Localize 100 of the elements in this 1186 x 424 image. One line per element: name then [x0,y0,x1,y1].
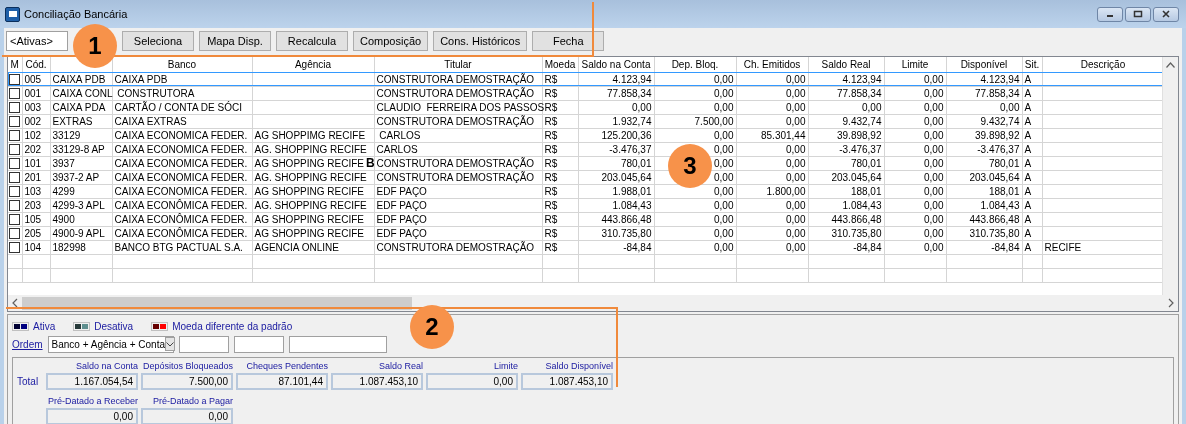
checkbox[interactable] [9,185,21,197]
table-cell: 0,00 [654,72,736,86]
column-header[interactable]: Agência [252,57,374,72]
table-cell: CONSTRUTORA DEMOSTRAÇÃO [374,114,542,128]
table-row[interactable]: 102 33129 CAIXA ECONOMICA FEDER. AG SHOPPIMG RECIFE CARLOS R$ 125.200,36 0,00 85.301,44 39.898,92 0,00 39.898,92 A [8,128,1162,142]
table-cell: 0,00 [736,240,808,254]
filter-field[interactable]: <Ativas> [6,31,68,51]
checkbox[interactable] [9,213,21,225]
table-cell: R$ [542,142,578,156]
close-icon [1161,10,1171,18]
table-cell: CONSTRUTORA DEMOSTRAÇÃO [374,72,542,86]
table-cell: 1.084,43 [578,198,654,212]
column-header[interactable]: Ch. Emitidos [736,57,808,72]
checkbox[interactable] [9,241,21,253]
column-header[interactable]: Saldo na Conta [578,57,654,72]
table-cell: 0,00 [808,100,884,114]
checkbox[interactable] [9,171,21,183]
table-cell: 3937 [50,156,112,170]
toolbar-button[interactable]: Cons. Históricos [433,31,528,51]
toolbar-button[interactable]: Recalcula [276,31,348,51]
column-header[interactable]: M [8,57,22,72]
checkbox[interactable] [9,143,21,155]
table-cell: CONSTRUTORA DEMOSTRAÇÃO [374,156,542,170]
table-cell: CAIXA ECONOMICA FEDER. [112,128,252,142]
horizontal-scrollbar[interactable] [8,295,1178,311]
table-cell: A [1022,170,1042,184]
column-header[interactable]: Cód. [22,57,50,72]
table-cell: 310.735,80 [946,226,1022,240]
table-cell: 7.500,00 [654,114,736,128]
table-cell: R$ [542,156,578,170]
table-cell: 104 [22,240,50,254]
table-cell: 125.200,36 [578,128,654,142]
column-header[interactable]: Moeda [542,57,578,72]
input-field[interactable] [288,335,387,353]
table-cell: 203.045,64 [946,170,1022,184]
table-cell: 002 [22,114,50,128]
table-cell: AG. SHOPPING RECIFE [252,198,374,212]
table-cell: 0,00 [884,72,946,86]
table-cell: A [1022,240,1042,254]
table-cell: R$ [542,86,578,100]
table-cell: CLAUDIO FERREIRA DOS PASSOS [374,100,542,114]
table-row[interactable]: 104 182998 BANCO BTG PACTUAL S.A. AGENCIA ONLINE CONSTRUTORA DEMOSTRAÇÃO R$ -84,84 0,00 0,00 -84,84 0,00 -84,84 A RECIFE [8,240,1162,254]
checkbox[interactable] [9,73,21,85]
table-cell: AG SHOPPIMG RECIFE [252,128,374,142]
table-cell: 0,00 [578,100,654,114]
close-button[interactable] [1153,6,1179,22]
checkbox[interactable] [9,129,21,141]
table-cell: 0,00 [654,240,736,254]
input-field[interactable] [233,335,284,353]
scroll-up-icon[interactable] [1166,62,1175,68]
column-header[interactable]: Disponível [946,57,1022,72]
checkbox[interactable] [9,157,21,169]
window-icon [5,6,20,22]
column-header[interactable]: Dep. Bloq. [654,57,736,72]
checkbox[interactable] [9,227,21,239]
column-header[interactable]: Saldo Real [808,57,884,72]
checkbox[interactable] [9,101,21,113]
table-row[interactable]: 002 EXTRAS CAIXA EXTRAS CONSTRUTORA DEMOSTRAÇÃO R$ 1.932,74 7.500,00 0,00 9.432,74 0,00 9.432,74 A [8,114,1162,128]
table-cell: R$ [542,198,578,212]
total-field: 1.167.054,54 [46,373,138,390]
table-cell: 33129-8 AP [50,142,112,156]
input-field[interactable] [178,335,229,353]
table-cell: 0,00 [736,142,808,156]
toolbar-button[interactable]: Mapa Disp. [199,31,271,51]
vertical-scrollbar[interactable] [1162,57,1178,295]
table-row[interactable]: 203 4299-3 APL CAIXA ECONÔMICA FEDER. AG. SHOPPING RECIFE EDF PAÇO R$ 1.084,43 0,00 0,00 1.084,43 0,00 1.084,43 A [8,198,1162,212]
table-cell: CAIXA ECONÔMICA FEDER. [112,198,252,212]
table-row[interactable]: 005 CAIXA PDB CAIXA PDB CONSTRUTORA DEMOSTRAÇÃO R$ 4.123,94 0,00 0,00 4.123,94 0,00 4.123,94 A [8,72,1162,86]
column-header[interactable]: Limite [884,57,946,72]
table-cell: CARLOS [374,142,542,156]
table-cell: EDF PAÇO [374,198,542,212]
order-dropdown[interactable]: Banco + Agência + Conta [47,335,174,353]
table-row[interactable]: 003 CAIXA PDA CARTÃO / CONTA DE SÓCI CLAUDIO FERREIRA DOS PASSOSR$ 0,00 0,00 0,00 0,00 0,00 0,00 A [8,100,1162,114]
table-cell: CONSTRUTORA [112,86,252,100]
checkbox[interactable] [9,199,21,211]
column-header[interactable]: Titular [374,57,542,72]
checkbox[interactable] [9,87,21,99]
table-cell: 201 [22,170,50,184]
table-row[interactable]: 103 4299 CAIXA ECONOMICA FEDER. AG SHOPPING RECIFE EDF PAÇO R$ 1.988,01 0,00 1.800,00 188,01 0,00 188,01 A [8,184,1162,198]
table-cell: A [1022,100,1042,114]
table-cell: CAIXA PDA [50,100,112,114]
table-cell: 0,00 [736,72,808,86]
toolbar-button[interactable]: Seleciona [122,31,194,51]
table-cell: R$ [542,72,578,86]
toolbar-button[interactable]: Composição [353,31,429,51]
table-cell: 0,00 [884,198,946,212]
table-row[interactable]: 001 CAIXA CONL CONSTRUTORA CONSTRUTORA DEMOSTRAÇÃO R$ 77.858,34 0,00 0,00 77.858,34 0,00 77.858,34 A [8,86,1162,100]
table-cell: AG SHOPPING RECIFE [252,226,374,240]
table-row[interactable]: 105 4900 CAIXA ECONÔMICA FEDER. AG SHOPPING RECIFE EDF PAÇO R$ 443.866,48 0,00 0,00 443.866,48 0,00 443.866,48 A [8,212,1162,226]
column-header[interactable]: Sit. [1022,57,1042,72]
table-cell: 0,00 [884,184,946,198]
cursor-letter: B [366,157,375,169]
maximize-button[interactable] [1125,6,1151,22]
total-label: Pré-Datado a Receber [46,396,138,407]
total-label: Depósitos Bloqueados [141,361,233,372]
checkbox[interactable] [9,115,21,127]
table-row[interactable]: 205 4900-9 APL CAIXA ECONÔMICA FEDER. AG SHOPPING RECIFE EDF PAÇO R$ 310.735,80 0,00 0,00 310.735,80 0,00 310.735,80 A [8,226,1162,240]
toolbar-button[interactable]: Fecha [532,31,605,51]
table-cell: 0,00 [736,226,808,240]
minimize-button[interactable] [1097,6,1123,22]
